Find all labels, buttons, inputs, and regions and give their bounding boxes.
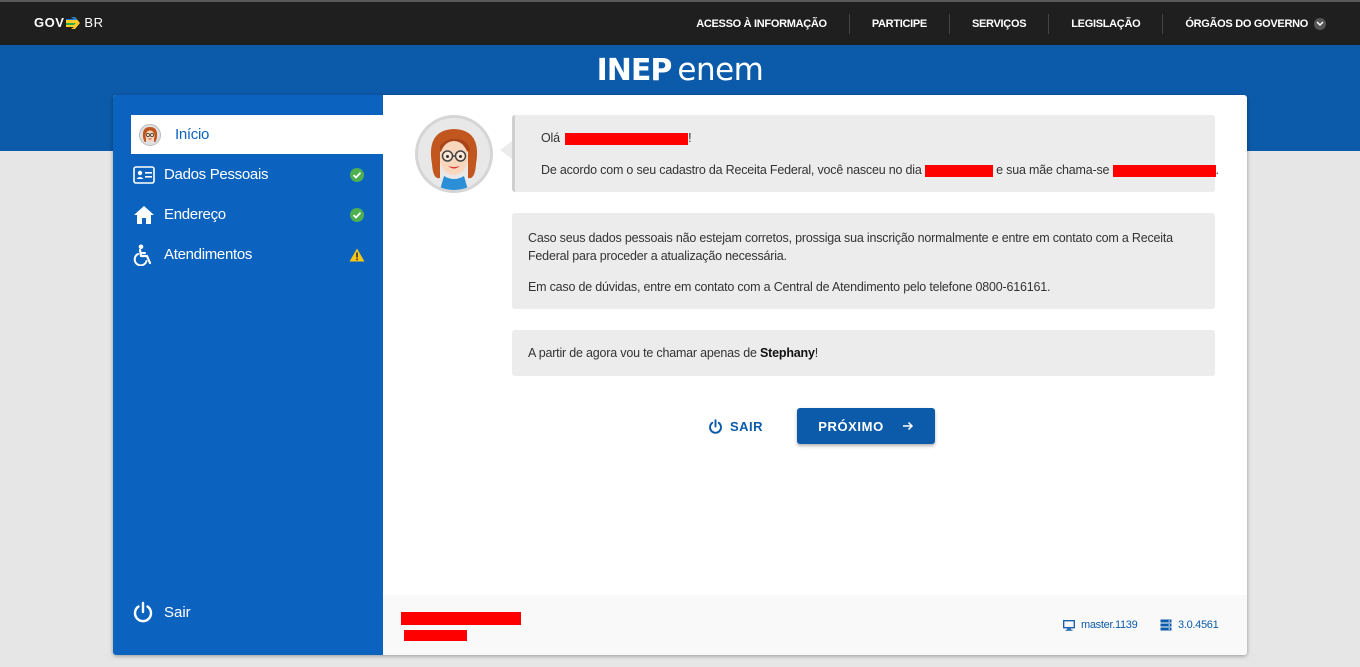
greeting-text: Olá	[541, 131, 560, 145]
nav-orgaos-governo[interactable]: ÓRGÃOS DO GOVERNO	[1162, 13, 1326, 34]
redacted-user-name	[401, 612, 521, 625]
cadastro-text-a: De acordo com o seu cadastro da Receita …	[541, 163, 922, 177]
redacted-birthdate	[924, 164, 993, 177]
info-text-2: Em caso de dúvidas, entre em contato com…	[528, 280, 1051, 294]
nickname: Stephany	[760, 346, 815, 360]
greeting-end: !	[688, 131, 692, 145]
check-icon	[349, 167, 365, 183]
sidebar: Início Dados Pessoais Endereço Atendimen…	[113, 95, 383, 655]
check-icon	[349, 207, 365, 223]
version-label: 3.0.4561	[1178, 619, 1219, 631]
gov-arrow-icon	[66, 16, 81, 29]
power-icon	[708, 418, 723, 434]
sidebar-exit-button[interactable]: Sair	[131, 600, 191, 624]
next-button[interactable]: PRÓXIMO	[797, 408, 935, 444]
warning-icon	[349, 247, 365, 263]
exit-button[interactable]: SAIR	[708, 408, 763, 444]
monitor-icon	[1063, 619, 1075, 631]
gov-br-logo[interactable]: GOV BR	[34, 15, 103, 30]
server-icon	[1160, 619, 1172, 631]
nickname-end: !	[814, 346, 819, 360]
avatar-icon	[137, 122, 163, 148]
redacted-name	[565, 132, 689, 145]
chevron-down-icon	[1314, 17, 1326, 30]
version-info: 3.0.4561	[1160, 619, 1219, 631]
cadastro-text-b: e sua mãe chama-se	[996, 163, 1110, 177]
sidebar-item-inicio[interactable]: Início	[131, 115, 383, 154]
sidebar-exit-label: Sair	[164, 603, 191, 621]
nav-participe[interactable]: PARTICIPE	[848, 13, 949, 34]
inep-logo-text: INEP	[596, 53, 673, 88]
sidebar-item-dados-pessoais[interactable]: Dados Pessoais	[131, 155, 383, 194]
info-text-1: Caso seus dados pessoais não estejam cor…	[528, 231, 1173, 263]
nav-legislacao[interactable]: LEGISLAÇÃO	[1048, 13, 1162, 34]
redacted-user-id	[404, 630, 467, 641]
gov-topbar: GOV BR ACESSO À INFORMAÇÃO PARTICIPE SER…	[0, 0, 1360, 45]
main-content: Olá ! De acordo com o seu cadastro da Re…	[383, 95, 1247, 595]
build-info: master.1139	[1063, 619, 1138, 631]
inep-enem-logo: INEP enem	[0, 52, 1360, 92]
info-message: Caso seus dados pessoais não estejam cor…	[512, 213, 1215, 309]
build-label: master.1139	[1081, 619, 1138, 631]
sidebar-item-atendimentos[interactable]: Atendimentos	[131, 235, 383, 274]
power-icon	[131, 600, 155, 624]
nav-acesso-informacao[interactable]: ACESSO À INFORMAÇÃO	[674, 14, 849, 34]
nickname-message: A partir de agora vou te chamar apenas d…	[512, 330, 1215, 376]
sidebar-item-label: Atendimentos	[164, 246, 253, 263]
gov-top-nav: ACESSO À INFORMAÇÃO PARTICIPE SERVIÇOS L…	[674, 2, 1326, 45]
cadastro-end: .	[1215, 163, 1220, 177]
sidebar-item-endereco[interactable]: Endereço	[131, 195, 383, 234]
enem-logo-text: enem	[677, 52, 764, 88]
greeting-message: Olá ! De acordo com o seu cadastro da Re…	[500, 115, 1219, 192]
sidebar-item-label: Dados Pessoais	[164, 166, 269, 183]
main-card: Início Dados Pessoais Endereço Atendimen…	[113, 95, 1247, 655]
next-button-label: PRÓXIMO	[818, 418, 884, 434]
nickname-prefix: A partir de agora vou te chamar apenas d…	[528, 346, 757, 360]
nav-servicos[interactable]: SERVIÇOS	[948, 13, 1048, 34]
redacted-mother-name	[1112, 164, 1216, 177]
card-footer: master.1139 3.0.4561	[383, 595, 1247, 655]
gov-logo-text: GOV	[34, 15, 65, 30]
wheelchair-icon	[131, 242, 157, 268]
sidebar-item-label: Início	[175, 126, 210, 143]
br-logo-text: BR	[84, 15, 104, 30]
assistant-avatar	[415, 115, 493, 193]
arrow-right-icon	[902, 421, 914, 431]
sidebar-item-label: Endereço	[164, 206, 226, 223]
id-card-icon	[131, 162, 157, 188]
home-icon	[131, 202, 157, 228]
exit-button-label: SAIR	[730, 418, 764, 434]
nav-orgaos-label: ÓRGÃOS DO GOVERNO	[1185, 17, 1308, 30]
